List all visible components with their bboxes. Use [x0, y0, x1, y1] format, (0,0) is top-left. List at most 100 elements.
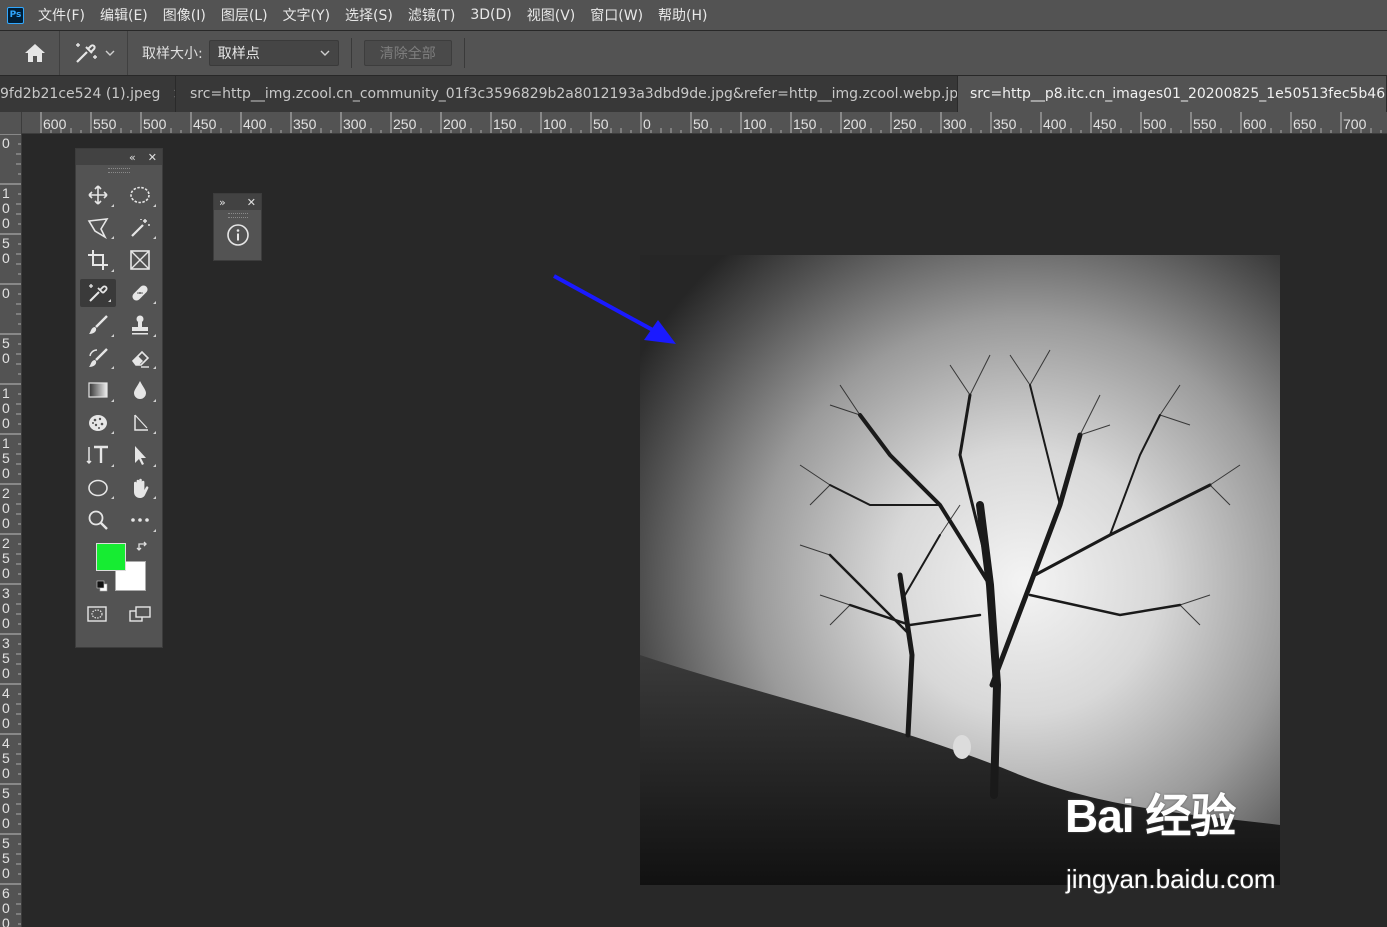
screen-mode-icon[interactable]	[128, 605, 152, 623]
menu-select[interactable]: 选择(S)	[345, 5, 393, 25]
menu-image[interactable]: 图像(I)	[163, 5, 206, 25]
panel-grip[interactable]	[214, 210, 261, 220]
move-tool[interactable]	[77, 179, 119, 212]
ellipse-tool[interactable]	[77, 472, 119, 505]
gradient-tool[interactable]	[77, 374, 119, 407]
clear-all-button[interactable]: 清除全部	[363, 40, 452, 66]
vertical-ruler-ticks: 0100500501001502002503003504004505005506…	[0, 134, 21, 927]
ruler-label: 0	[2, 515, 10, 531]
sample-size-label: 取样大小:	[142, 46, 203, 62]
ruler-label: 5	[2, 750, 10, 766]
horizontal-ruler[interactable]: 600 550 500 450 400 350 300 250 200 150 100 50 0 50 10…	[22, 112, 1387, 134]
menu-view[interactable]: 视图(V)	[527, 5, 576, 25]
lasso-icon	[87, 217, 109, 239]
ruler-label: 300	[343, 116, 367, 132]
eraser-icon	[131, 350, 150, 368]
horizontal-ruler-ticks: 600 550 500 450 400 350 300 250 200 150 100 50 0 50 10…	[40, 112, 1382, 133]
tools-panel: « ✕	[75, 148, 163, 648]
home-button[interactable]	[10, 31, 60, 75]
photoshop-logo[interactable]: Ps	[7, 6, 24, 24]
menu-3d[interactable]: 3D(D)	[470, 7, 511, 23]
options-divider	[350, 38, 352, 68]
frame-tool[interactable]	[119, 244, 161, 277]
baidu-watermark-brand: Bai 经验	[1065, 790, 1236, 842]
blur-tool[interactable]	[119, 374, 161, 407]
zoom-icon	[88, 510, 108, 531]
ruler-label: 0	[2, 215, 10, 231]
zoom-tool[interactable]	[77, 504, 119, 537]
swap-colors-icon[interactable]	[136, 540, 150, 554]
tab-document-3[interactable]: src=http__p8.itc.cn_images01_20200825_1e…	[958, 76, 1387, 112]
history-brush-tool[interactable]	[77, 342, 119, 375]
ruler-label: 1	[2, 435, 10, 451]
ruler-label: 450	[1093, 116, 1117, 132]
clone-stamp-tool[interactable]	[119, 309, 161, 342]
ruler-label: 600	[43, 116, 67, 132]
ruler-origin[interactable]	[0, 112, 22, 134]
tool-preset-picker[interactable]	[60, 31, 128, 75]
ruler-label: 0	[2, 700, 10, 716]
collapse-icon[interactable]: «	[129, 151, 136, 164]
ruler-label: 0	[2, 815, 10, 831]
color-sampler-tool[interactable]	[80, 278, 116, 307]
pen-tool[interactable]	[119, 407, 161, 440]
tools-panel-header[interactable]: « ✕	[76, 149, 162, 165]
type-tool[interactable]	[77, 439, 119, 472]
eraser-tool[interactable]	[119, 342, 161, 375]
menu-filter[interactable]: 滤镜(T)	[408, 5, 455, 25]
expand-icon[interactable]: »	[219, 196, 226, 209]
vertical-ruler[interactable]: 0100500501001502002503003504004505005506…	[0, 134, 22, 927]
sponge-tool[interactable]	[77, 407, 119, 440]
ruler-label: 2	[2, 535, 10, 551]
panel-grip[interactable]	[76, 165, 162, 175]
baidu-watermark-url: jingyan.baidu.com	[1066, 864, 1276, 894]
ruler-label: 5	[2, 550, 10, 566]
bandage-icon	[132, 285, 148, 301]
ruler-label: 550	[1193, 116, 1217, 132]
color-sampler-icon	[75, 43, 97, 63]
healing-brush-tool[interactable]	[119, 277, 161, 310]
crop-tool[interactable]	[77, 244, 119, 277]
ruler-label: 0	[2, 415, 10, 431]
close-icon[interactable]: ✕	[148, 151, 157, 164]
sample-size-select[interactable]: 取样点	[208, 40, 339, 66]
gradient-icon	[88, 382, 108, 398]
stamp-icon	[132, 315, 148, 335]
ruler-label: 0	[2, 200, 10, 216]
menu-type[interactable]: 文字(Y)	[283, 5, 330, 25]
sponge-icon	[89, 414, 107, 431]
ruler-label: 350	[293, 116, 317, 132]
ruler-label: 0	[2, 900, 10, 916]
ruler-label: 0	[2, 715, 10, 731]
path-selection-tool[interactable]	[119, 439, 161, 472]
foreground-color-swatch[interactable]	[96, 542, 126, 571]
info-panel-header[interactable]: » ✕	[214, 194, 261, 210]
polygonal-lasso-tool[interactable]	[77, 212, 119, 245]
quick-mask-icon[interactable]	[86, 605, 108, 623]
default-colors-icon[interactable]	[96, 580, 108, 592]
ruler-label: 500	[143, 116, 167, 132]
hand-tool[interactable]	[119, 472, 161, 505]
home-icon	[24, 44, 45, 62]
ruler-label: 3	[2, 635, 10, 651]
brush-tool[interactable]	[77, 309, 119, 342]
more-tools[interactable]	[119, 504, 161, 537]
ellipse-marquee-icon	[130, 186, 150, 204]
ruler-label: 0	[2, 865, 10, 881]
menu-window[interactable]: 窗口(W)	[590, 5, 643, 25]
ruler-label: 150	[793, 116, 817, 132]
info-panel: » ✕	[213, 193, 262, 261]
ruler-label: 300	[943, 116, 967, 132]
info-icon[interactable]	[226, 223, 250, 247]
menu-file[interactable]: 文件(F)	[38, 5, 85, 25]
menu-edit[interactable]: 编辑(E)	[100, 5, 148, 25]
menu-layer[interactable]: 图层(L)	[221, 5, 268, 25]
menu-help[interactable]: 帮助(H)	[658, 5, 707, 25]
elliptical-marquee-tool[interactable]	[119, 179, 161, 212]
tab-document-1[interactable]: 9fd2b21ce524 (1).jpeg ×	[0, 76, 176, 112]
tab-document-2[interactable]: src=http__img.zcool.cn_community_01f3c35…	[176, 76, 958, 112]
menu-bar: Ps 文件(F) 编辑(E) 图像(I) 图层(L) 文字(Y) 选择(S) 滤…	[0, 0, 1387, 30]
magic-wand-tool[interactable]	[119, 212, 161, 245]
close-icon[interactable]: ✕	[247, 196, 256, 209]
move-icon	[88, 185, 108, 205]
